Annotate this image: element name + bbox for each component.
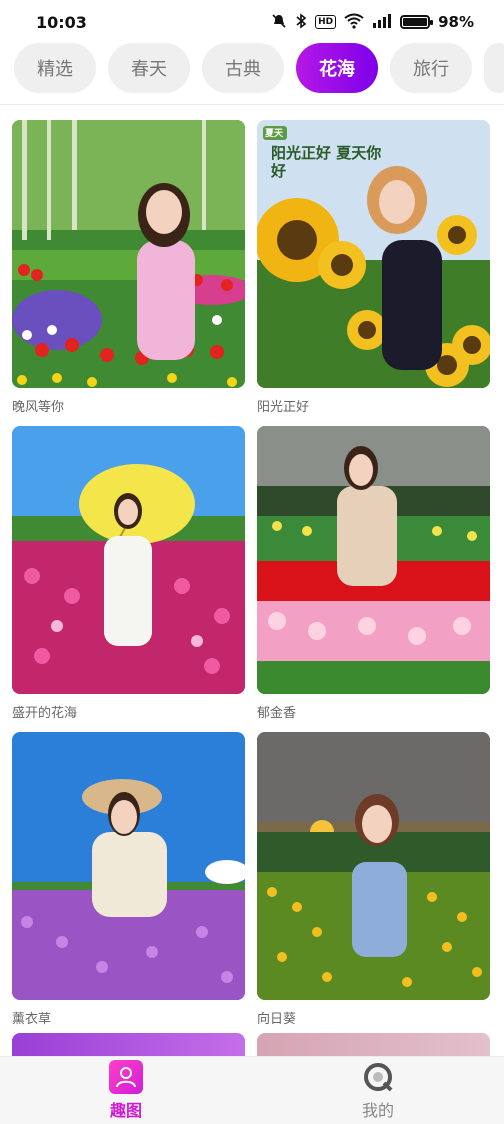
photo-thumbnail[interactable] (12, 426, 245, 694)
battery-percent: 98% (438, 13, 474, 31)
card-title: 郁金香 (257, 706, 297, 721)
tab-label: 古典 (225, 59, 261, 80)
tab-label: 精选 (37, 59, 73, 80)
tab-gudian[interactable]: 古典 (202, 43, 284, 93)
photo-thumbnail[interactable]: 夏天 阳光正好 夏天你好 (257, 120, 490, 388)
profile-q-icon (361, 1060, 395, 1094)
image-overlay-text: 阳光正好 夏天你好 (271, 144, 382, 180)
person-icon (109, 1060, 143, 1094)
card-title: 晚风等你 (12, 400, 65, 415)
nav-label: 趣图 (109, 1101, 142, 1120)
card-title: 阳光正好 (257, 400, 310, 415)
nav-item-wode[interactable]: 我的 (252, 1057, 504, 1124)
tab-label: 春天 (131, 59, 167, 80)
status-bar: 10:03 HD 98% (0, 0, 504, 44)
photo-card[interactable]: 薰衣草 (12, 732, 245, 1038)
photo-thumbnail[interactable] (12, 120, 245, 388)
tulip-field-image (257, 426, 490, 694)
photo-thumbnail[interactable] (257, 426, 490, 694)
tabs-divider (0, 104, 504, 105)
tab-label: 花海 (319, 59, 355, 80)
mute-icon (271, 13, 287, 32)
bottom-nav: 趣图 我的 (0, 1056, 504, 1124)
tab-jingxuan[interactable]: 精选 (14, 43, 96, 93)
status-time: 10:03 (36, 12, 87, 32)
photo-card[interactable]: 夏天 阳光正好 夏天你好 阳光正好 (257, 120, 490, 426)
photo-grid: 晚风等你 夏天 阳光正好 夏天你好 阳光正好 盛开的花海 郁金香 薰衣草 向日葵 (12, 120, 492, 1038)
tab-huahai[interactable]: 花海 (296, 43, 378, 93)
flower-sea-image (12, 426, 245, 694)
tab-label: 旅行 (413, 59, 449, 80)
photo-card[interactable]: 晚风等你 (12, 120, 245, 426)
hd-icon: HD (315, 15, 337, 29)
photo-card[interactable]: 盛开的花海 (12, 426, 245, 732)
battery-icon (400, 15, 434, 29)
tab-more-partial[interactable] (484, 43, 504, 93)
photo-thumbnail[interactable] (12, 732, 245, 1000)
wifi-icon (344, 13, 364, 32)
tulip-garden-image (12, 120, 245, 388)
tab-chuntian[interactable]: 春天 (108, 43, 190, 93)
lavender-field-image (12, 732, 245, 1000)
signal-icon (372, 13, 392, 32)
photo-card[interactable]: 郁金香 (257, 426, 490, 732)
image-badge: 夏天 (265, 129, 284, 139)
status-icons: HD 98% (271, 12, 474, 32)
nav-label: 我的 (361, 1101, 394, 1120)
card-title: 盛开的花海 (12, 706, 78, 721)
card-title: 向日葵 (257, 1012, 297, 1027)
nav-item-qutu[interactable]: 趣图 (0, 1057, 252, 1124)
category-tabs: 精选 春天 古典 花海 旅行 (14, 42, 504, 94)
photo-thumbnail[interactable] (257, 732, 490, 1000)
bluetooth-icon (295, 12, 307, 32)
tab-lvxing[interactable]: 旅行 (390, 43, 472, 93)
sunflower-sunset-image (257, 732, 490, 1000)
photo-card[interactable]: 向日葵 (257, 732, 490, 1038)
card-title: 薰衣草 (12, 1012, 52, 1027)
